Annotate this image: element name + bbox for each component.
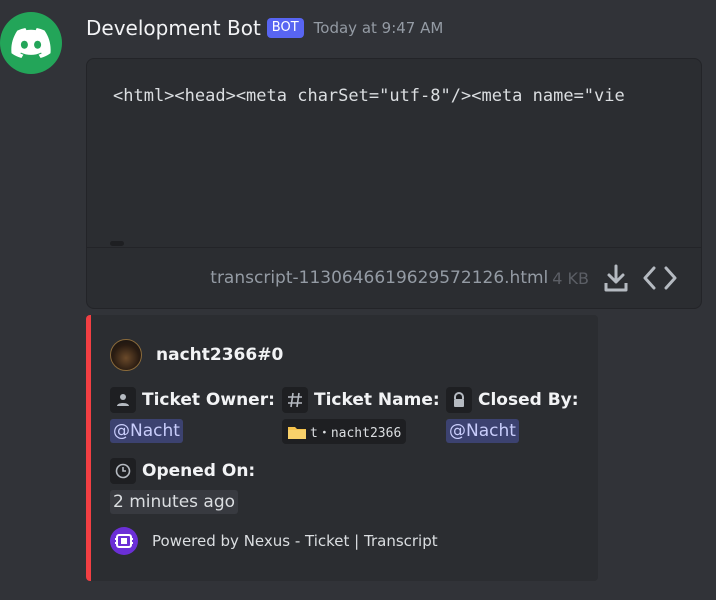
embed-color-bar	[86, 315, 91, 581]
message-header: Development Bot BOT Today at 9:47 AM	[86, 13, 443, 43]
embed-footer: Powered by Nexus - Ticket | Transcript	[110, 527, 438, 555]
author-avatar	[110, 339, 142, 371]
embed-footer-text: Powered by Nexus - Ticket | Transcript	[152, 532, 438, 550]
file-attachment: <html><head><meta charSet="utf-8"/><meta…	[86, 58, 702, 309]
field-ticket-owner: Ticket Owner: @Nacht	[110, 387, 275, 443]
field-label: Ticket Name:	[314, 390, 440, 410]
horizontal-scrollbar[interactable]	[110, 241, 124, 246]
download-icon[interactable]	[603, 263, 629, 293]
folder-icon	[287, 424, 307, 440]
attachment-filename[interactable]: transcript-1130646619629572126.html	[210, 268, 548, 288]
field-label: Ticket Owner:	[142, 390, 275, 410]
attachment-size: 4 KB	[552, 268, 589, 288]
opened-timestamp: 2 minutes ago	[110, 490, 239, 514]
transcript-embed: nacht2366#0 Ticket Owner: @Nacht Ticket …	[86, 315, 598, 581]
nexus-logo-icon	[110, 527, 138, 555]
lock-icon	[446, 387, 472, 413]
person-icon	[110, 387, 136, 413]
embed-author-name: nacht2366#0	[156, 345, 284, 365]
closed-by-mention[interactable]: @Nacht	[446, 419, 519, 443]
hash-icon	[282, 387, 308, 413]
bot-badge: BOT	[266, 18, 304, 38]
field-label: Closed By:	[478, 390, 579, 410]
message-timestamp: Today at 9:47 AM	[313, 19, 444, 37]
field-closed-by: Closed By: @Nacht	[446, 387, 579, 443]
ticket-channel-chip: t・nacht2366	[282, 419, 407, 444]
author-name[interactable]: Development Bot	[86, 16, 261, 40]
field-ticket-name: Ticket Name: t・nacht2366	[282, 387, 440, 444]
attachment-footer: transcript-1130646619629572126.html 4 KB	[87, 248, 701, 308]
field-label: Opened On:	[142, 461, 256, 481]
embed-author: nacht2366#0	[110, 339, 283, 371]
clock-icon	[110, 458, 136, 484]
bot-avatar[interactable]	[0, 12, 62, 74]
discord-logo-icon	[11, 28, 51, 58]
ticket-channel-name: t・nacht2366	[310, 426, 402, 441]
field-opened-on: Opened On: 2 minutes ago	[110, 458, 255, 514]
code-icon[interactable]	[643, 265, 677, 291]
attachment-preview: <html><head><meta charSet="utf-8"/><meta…	[113, 86, 625, 106]
owner-mention[interactable]: @Nacht	[110, 419, 183, 443]
